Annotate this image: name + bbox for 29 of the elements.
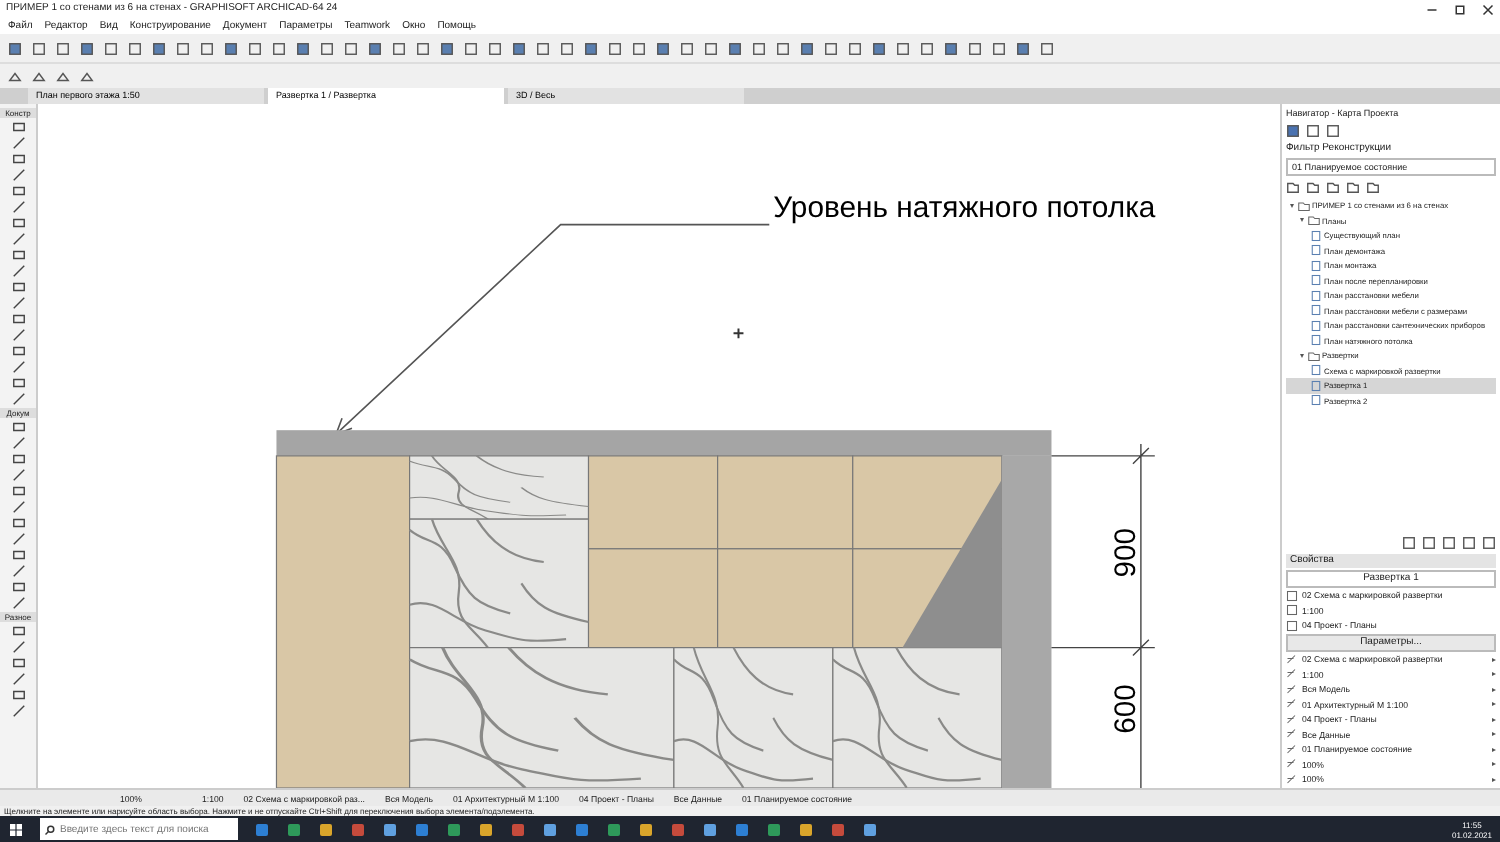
caret-icon [1492, 717, 1496, 721]
drawing-canvas[interactable]: Уровень натяжного потолка 900 600 [38, 104, 1280, 788]
setting-icon [1286, 773, 1298, 785]
setting-icon [1286, 758, 1298, 770]
caret-icon [1492, 762, 1496, 766]
caret-icon [1492, 732, 1496, 736]
dimension-text: 900 [1110, 528, 1143, 578]
setting-icon [1286, 653, 1298, 665]
setting-icon [1286, 728, 1298, 740]
setting-icon [1286, 743, 1298, 755]
setting-icon [1286, 683, 1298, 695]
minimize-icon[interactable] [1426, 3, 1438, 15]
search-icon [44, 823, 56, 835]
caret-icon [1492, 672, 1496, 676]
caret-icon [1492, 657, 1496, 661]
caret-icon [1492, 702, 1496, 706]
setting-icon [1286, 668, 1298, 680]
caret-icon [1492, 777, 1496, 781]
close-icon[interactable] [1482, 3, 1494, 15]
level-label: Уровень натяжного потолка [773, 192, 1156, 225]
cursor-icon [732, 327, 745, 340]
windows-icon[interactable] [8, 821, 24, 837]
folder-icon [1308, 349, 1320, 362]
dimension-text: 600 [1110, 684, 1143, 734]
setting-icon [1286, 698, 1298, 710]
maximize-icon[interactable] [1454, 3, 1466, 15]
caret-icon [1492, 687, 1496, 691]
setting-icon [1286, 713, 1298, 725]
caret-icon [1492, 747, 1496, 751]
